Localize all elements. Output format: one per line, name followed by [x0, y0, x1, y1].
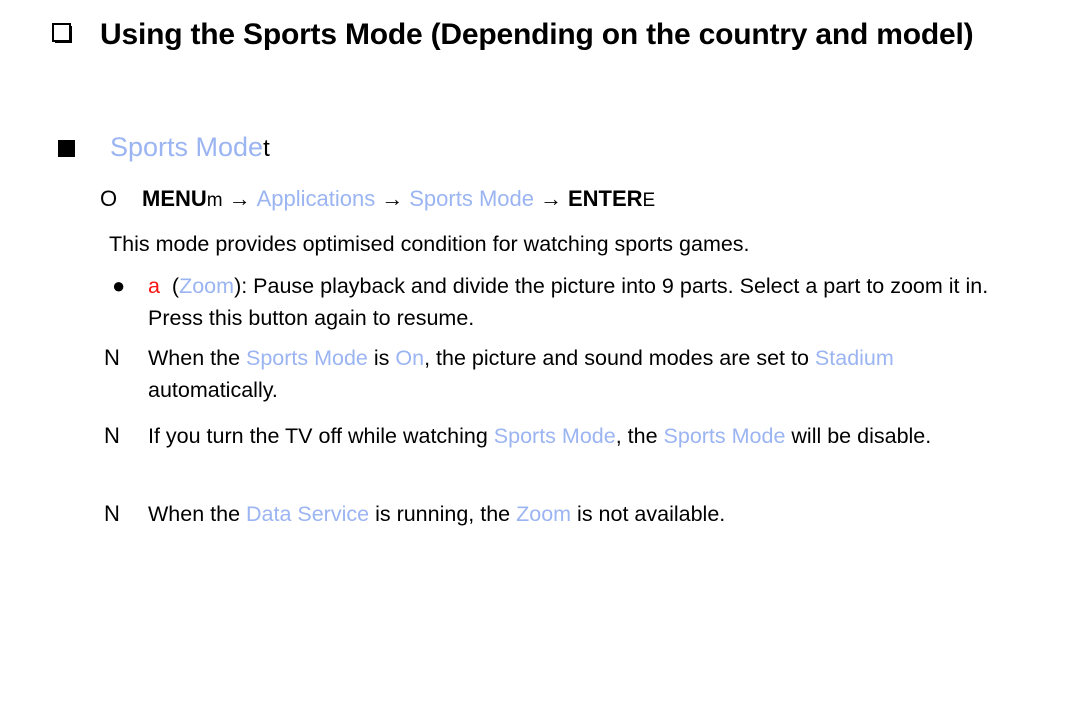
paren-close: ):	[234, 274, 254, 298]
note-stadium-part-c: , the picture and sound modes are set to	[424, 346, 809, 370]
note-tvoff-part-b: , the	[615, 424, 664, 448]
note-tvoff-sports-mode-1: Sports Mode	[493, 424, 616, 448]
note-dataservice-part-b: is running, the	[369, 502, 517, 526]
note-zoom-text: a (Zoom): Pause playback and divide the …	[148, 270, 1038, 334]
page-title: Using the Sports Mode (Depending on the …	[100, 18, 974, 51]
note-tvoff-text: If you turn the TV off while watching Sp…	[148, 420, 931, 452]
note-item-stadium: N When the Sports Mode is On, the pictur…	[104, 342, 1004, 406]
note-dataservice-label: Data Service	[246, 502, 370, 526]
menu-key-glyph: m	[206, 190, 223, 211]
menu-segment-menu: MENU	[142, 186, 207, 211]
menu-segment-sports-mode: Sports Mode	[409, 186, 534, 211]
note-dataservice-part-c: is not available.	[571, 502, 726, 526]
arrow-icon-1: →	[228, 186, 251, 211]
remote-key-a: a	[148, 274, 160, 298]
hollow-square-shadow-icon	[52, 23, 74, 45]
remote-key-glyph: t	[263, 135, 270, 162]
note-stadium-part-a: When the	[148, 346, 246, 370]
note-stadium-sports-mode: Sports Mode	[246, 346, 368, 370]
note-zoom-line1: Pause playback and divide the picture in…	[253, 274, 861, 298]
subheading-text: Sports Mode	[110, 132, 264, 162]
note-item-zoom: ● a (Zoom): Pause playback and divide th…	[108, 270, 1038, 334]
note-marker-n-3: N	[104, 501, 120, 526]
note-marker-n-2: N	[104, 423, 120, 448]
note-stadium-text: When the Sports Mode is On, the picture …	[148, 342, 1004, 406]
menu-segment-applications: Applications	[256, 186, 376, 211]
note-tvoff-sports-mode-2: Sports Mode	[663, 424, 786, 448]
menu-path-marker: O	[100, 186, 118, 211]
note-stadium-part-b: is	[367, 346, 396, 370]
note-marker-n-1: N	[104, 345, 120, 370]
arrow-icon-3: →	[539, 186, 562, 211]
document-page: Using the Sports Mode (Depending on the …	[0, 0, 1080, 705]
menu-segment-enter: ENTER	[567, 186, 643, 211]
menu-path-text: MENUm → Applications → Sports Mode → ENTERE	[142, 184, 655, 216]
subheading-label: Sports Modet	[110, 130, 270, 166]
note-tvoff-part-c: will be	[785, 424, 852, 448]
arrow-icon-2: →	[381, 186, 404, 211]
note-item-dataservice: N When the Data Service is running, the …	[104, 498, 1004, 530]
note-tvoff-line2: disable.	[857, 424, 932, 448]
zoom-label: Zoom	[179, 274, 235, 298]
enter-key-glyph: E	[642, 190, 656, 211]
description-paragraph: This mode provides optimised condition f…	[109, 232, 750, 256]
subheading-row: Sports Modet	[58, 130, 270, 166]
note-stadium-part-d: automatically.	[148, 378, 278, 402]
filled-square-icon	[58, 139, 75, 157]
note-stadium-on: On	[395, 346, 425, 370]
note-tvoff-part-a: If you turn the TV off while watching	[148, 424, 494, 448]
note-dataservice-part-a: When the	[148, 502, 246, 526]
dot-bullet-icon: ●	[112, 273, 126, 298]
page-title-row: Using the Sports Mode (Depending on the …	[52, 12, 1042, 58]
note-dataservice-text: When the Data Service is running, the Zo…	[148, 498, 725, 530]
note-stadium-label: Stadium	[814, 346, 894, 370]
menu-path-row: O MENUm → Applications → Sports Mode → ENTERE	[100, 184, 655, 216]
note-dataservice-zoom: Zoom	[516, 502, 572, 526]
note-item-tvoff: N If you turn the TV off while watching …	[104, 420, 1049, 452]
